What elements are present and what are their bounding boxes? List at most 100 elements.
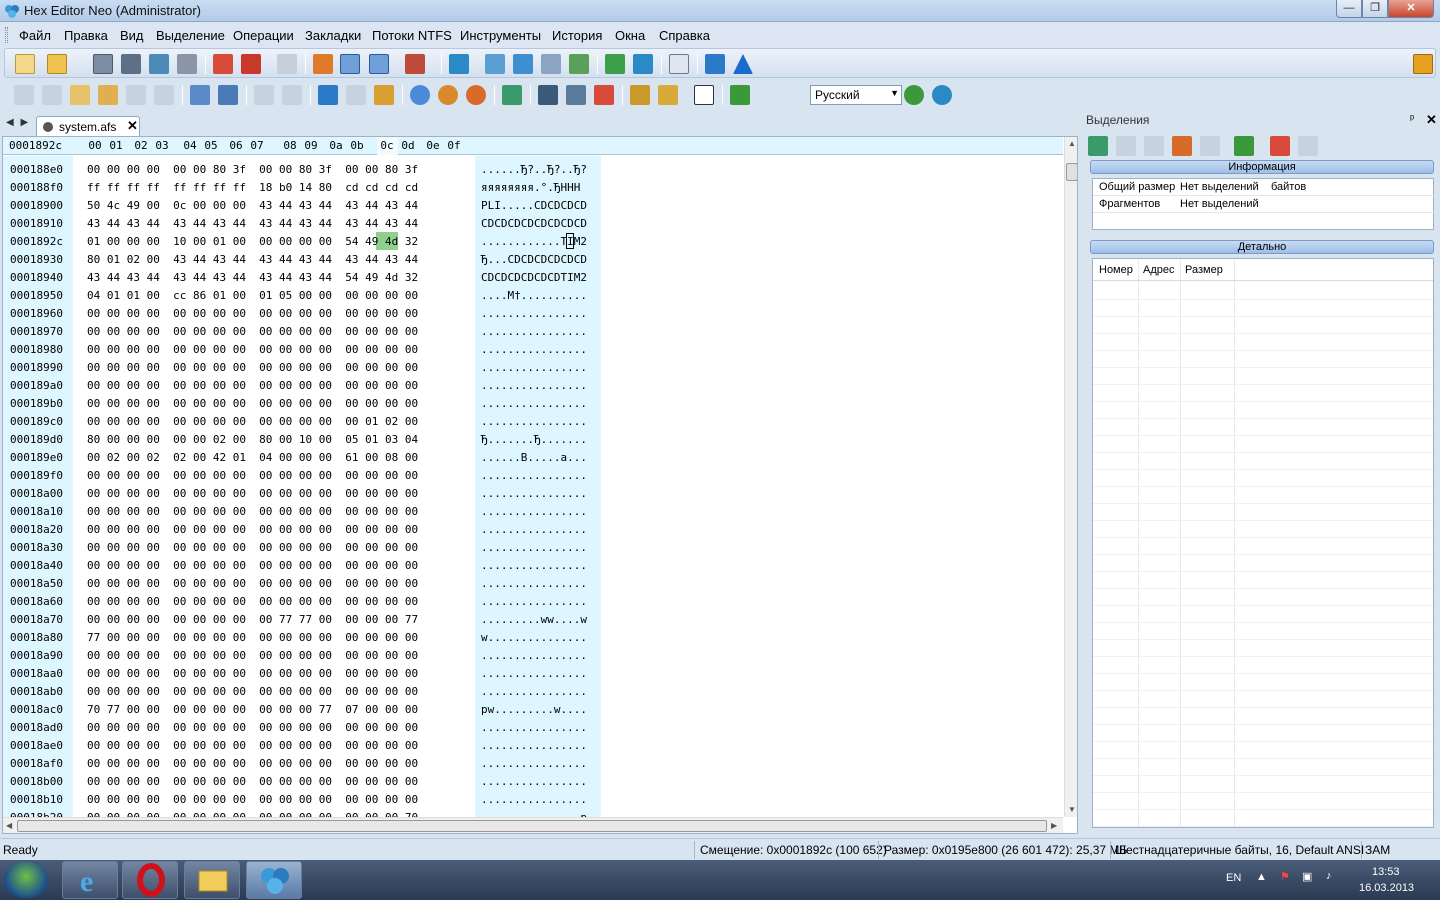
add-language-icon[interactable] xyxy=(904,85,924,105)
row-ascii[interactable]: ................ xyxy=(481,487,587,500)
row-ascii[interactable]: ................ xyxy=(481,649,587,662)
send-icon[interactable] xyxy=(605,54,625,74)
row-ascii[interactable]: w............... xyxy=(481,631,587,644)
network-icon[interactable] xyxy=(485,54,505,74)
row-bytes[interactable]: 00 00 00 00 00 00 00 00 00 00 00 00 00 0… xyxy=(87,721,418,734)
hex-row[interactable]: 00018a00 00 00 00 00 00 00 00 00 00 00 00… xyxy=(3,484,603,502)
scroll-up-icon[interactable]: ▲ xyxy=(1068,139,1076,148)
hex-row[interactable]: 00018ac0 70 77 00 00 00 00 00 00 00 00 00… xyxy=(3,700,603,718)
action-center-icon[interactable]: ⚑ xyxy=(1280,870,1290,883)
row-bytes[interactable]: 00 00 00 00 00 00 00 00 00 00 00 00 00 0… xyxy=(87,523,418,536)
hex-row[interactable]: 00018a60 00 00 00 00 00 00 00 00 00 00 00… xyxy=(3,592,603,610)
clock-date[interactable]: 16.03.2013 xyxy=(1359,882,1414,894)
row-bytes[interactable]: 00 00 00 00 00 00 00 00 00 00 00 00 00 0… xyxy=(87,469,418,482)
hex-row[interactable]: 00018960 00 00 00 00 00 00 00 00 00 00 00… xyxy=(3,304,603,322)
print-icon[interactable] xyxy=(177,54,197,74)
compare-icon[interactable] xyxy=(313,54,333,74)
row-ascii[interactable]: PLI.....CDCDCDCD xyxy=(481,199,587,212)
row-ascii[interactable]: ................ xyxy=(481,739,587,752)
row-bytes[interactable]: 00 00 00 00 00 00 00 00 00 00 00 00 00 0… xyxy=(87,595,418,608)
explorer-taskbar-icon[interactable] xyxy=(184,861,240,899)
scroll-left-icon[interactable]: ◀ xyxy=(6,821,12,830)
row-bytes[interactable]: 00 00 00 00 00 00 00 00 00 00 00 00 00 0… xyxy=(87,307,418,320)
row-ascii[interactable]: ............TIM2 xyxy=(481,235,587,248)
column-header-number[interactable]: Номер xyxy=(1099,264,1133,276)
info-section-header[interactable]: Информация xyxy=(1090,160,1434,174)
tree-icon[interactable] xyxy=(566,85,586,105)
row-ascii[interactable]: ................ xyxy=(481,595,587,608)
row-bytes[interactable]: 00 02 00 02 02 00 42 01 04 00 00 00 61 0… xyxy=(87,451,418,464)
opera-taskbar-icon[interactable] xyxy=(122,861,178,899)
hex-row[interactable]: 0001892c 01 00 00 00 10 00 01 00 00 00 00… xyxy=(3,232,603,250)
new-file-icon[interactable] xyxy=(15,54,35,74)
menu-history[interactable]: История xyxy=(552,28,602,43)
start-button[interactable] xyxy=(4,862,48,898)
row-bytes[interactable]: 00 00 00 00 00 00 80 3f 00 00 80 3f 00 0… xyxy=(87,163,418,176)
row-bytes[interactable]: 00 00 00 00 00 00 00 00 00 00 00 00 00 0… xyxy=(87,379,418,392)
hex-row[interactable]: 000189e0 00 02 00 02 02 00 42 01 04 00 00… xyxy=(3,448,603,466)
hex-row[interactable]: 00018970 00 00 00 00 00 00 00 00 00 00 00… xyxy=(3,322,603,340)
row-bytes[interactable]: 00 00 00 00 00 00 00 00 00 00 00 00 00 0… xyxy=(87,541,418,554)
hex-row[interactable]: 00018980 00 00 00 00 00 00 00 00 00 00 00… xyxy=(3,340,603,358)
hex-row[interactable]: 000189f0 00 00 00 00 00 00 00 00 00 00 00… xyxy=(3,466,603,484)
replace-icon[interactable] xyxy=(466,85,486,105)
row-ascii[interactable]: ................ xyxy=(481,307,587,320)
row-bytes[interactable]: 00 00 00 00 00 00 00 00 00 00 00 00 00 0… xyxy=(87,793,418,806)
row-ascii[interactable]: ................ xyxy=(481,541,587,554)
keyboard-icon[interactable] xyxy=(669,54,689,74)
find-next-icon[interactable] xyxy=(438,85,458,105)
row-ascii[interactable]: ................ xyxy=(481,379,587,392)
hex-row[interactable]: 00018aa0 00 00 00 00 00 00 00 00 00 00 00… xyxy=(3,664,603,682)
pick-icon[interactable] xyxy=(538,85,558,105)
menu-view[interactable]: Вид xyxy=(120,28,144,43)
hex-row[interactable]: 00018a10 00 00 00 00 00 00 00 00 00 00 00… xyxy=(3,502,603,520)
menu-help[interactable]: Справка xyxy=(659,28,710,43)
row-ascii[interactable]: pw.........w.... xyxy=(481,703,587,716)
menu-tools[interactable]: Инструменты xyxy=(460,28,541,43)
panel-close-icon[interactable]: ✕ xyxy=(1426,112,1437,128)
menu-windows[interactable]: Окна xyxy=(615,28,645,43)
row-bytes[interactable]: 01 00 00 00 10 00 01 00 00 00 00 00 54 4… xyxy=(87,235,418,248)
language-select[interactable]: Русский ▼ xyxy=(810,85,902,105)
hex-row[interactable]: 00018a70 00 00 00 00 00 00 00 00 00 77 77… xyxy=(3,610,603,628)
layout-one-icon[interactable] xyxy=(340,54,360,74)
structure-icon[interactable] xyxy=(502,85,522,105)
disabled-tool-icon[interactable] xyxy=(277,54,297,74)
hex-row[interactable]: 00018b10 00 00 00 00 00 00 00 00 00 00 00… xyxy=(3,790,603,808)
undo-icon[interactable] xyxy=(14,85,34,105)
menu-edit[interactable]: Правка xyxy=(64,28,108,43)
close-all-icon[interactable] xyxy=(241,54,261,74)
lock-icon[interactable] xyxy=(630,85,650,105)
horizontal-scrollbar[interactable]: ◀ ▶ xyxy=(3,817,1063,833)
tray-expand-icon[interactable]: ▲ xyxy=(1256,871,1267,883)
split-icon[interactable] xyxy=(1172,136,1192,156)
column-header-address[interactable]: Адрес xyxy=(1143,264,1175,276)
grid-icon[interactable] xyxy=(1144,136,1164,156)
hex-row[interactable]: 00018a80 77 00 00 00 00 00 00 00 00 00 00… xyxy=(3,628,603,646)
row-ascii[interactable]: ................ xyxy=(481,523,587,536)
row-bytes[interactable]: 00 00 00 00 00 00 00 00 00 00 00 00 00 0… xyxy=(87,559,418,572)
redo-icon[interactable] xyxy=(42,85,62,105)
hex-row[interactable]: 00018a50 00 00 00 00 00 00 00 00 00 00 00… xyxy=(3,574,603,592)
hex-editor-taskbar-icon[interactable] xyxy=(246,861,302,899)
unlock-icon[interactable] xyxy=(658,85,678,105)
row-ascii[interactable]: ................ xyxy=(481,361,587,374)
close-file-icon[interactable] xyxy=(213,54,233,74)
hex-row[interactable]: 00018950 04 01 01 00 cc 86 01 00 01 05 00… xyxy=(3,286,603,304)
find-icon[interactable] xyxy=(410,85,430,105)
row-ascii[interactable]: ................ xyxy=(481,757,587,770)
row-ascii[interactable]: ................ xyxy=(481,793,587,806)
row-bytes[interactable]: 00 00 00 00 00 00 00 00 00 00 00 00 00 0… xyxy=(87,775,418,788)
row-bytes[interactable]: 00 00 00 00 00 00 00 00 00 00 00 00 00 0… xyxy=(87,739,418,752)
tab-close-icon[interactable]: ✕ xyxy=(127,118,138,134)
volume-icon[interactable]: ♪ xyxy=(1326,870,1332,882)
row-bytes[interactable]: 00 00 00 00 00 00 00 00 00 00 00 00 00 0… xyxy=(87,361,418,374)
hex-row[interactable]: 00018af0 00 00 00 00 00 00 00 00 00 00 00… xyxy=(3,754,603,772)
hex-row[interactable]: 00018930 80 01 02 00 43 44 43 44 43 44 43… xyxy=(3,250,603,268)
row-bytes[interactable]: 80 00 00 00 00 00 02 00 80 00 10 00 05 0… xyxy=(87,433,418,446)
details-section-header[interactable]: Детально xyxy=(1090,240,1434,254)
hex-row[interactable]: 000188f0 ff ff ff ff ff ff ff ff 18 b0 14… xyxy=(3,178,603,196)
warning-icon[interactable] xyxy=(733,54,753,74)
row-bytes[interactable]: ff ff ff ff ff ff ff ff 18 b0 14 80 cd c… xyxy=(87,181,418,194)
save-as-icon[interactable] xyxy=(121,54,141,74)
